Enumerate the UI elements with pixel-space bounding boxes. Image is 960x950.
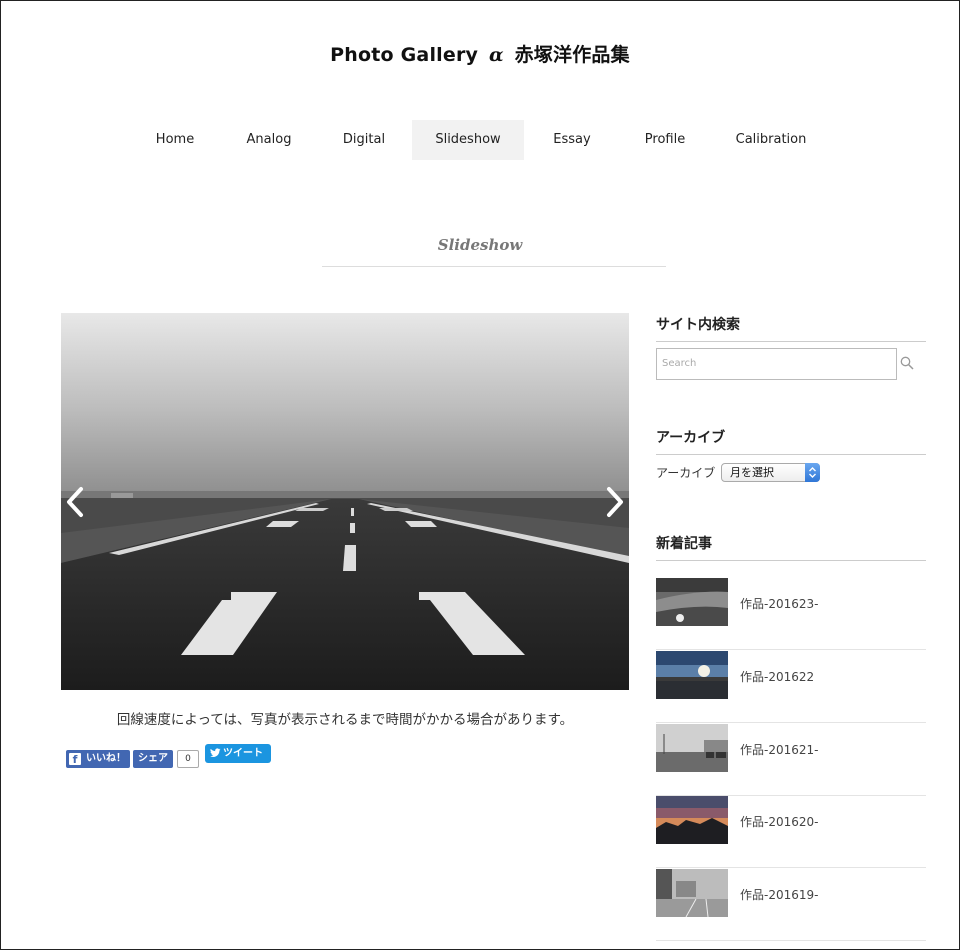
- post-title: 作品-201621-: [740, 743, 819, 757]
- facebook-icon: f: [69, 753, 81, 766]
- heading-divider: [322, 266, 666, 267]
- archive-label: アーカイブ: [656, 466, 716, 480]
- facebook-like-button[interactable]: f いいね！: [66, 750, 130, 768]
- select-arrows-icon: [805, 463, 820, 482]
- post-thumbnail: [656, 578, 728, 626]
- nav-item-slideshow[interactable]: Slideshow: [412, 120, 524, 160]
- post-title: 作品-201619-: [740, 888, 819, 902]
- post-title: 作品-201622: [740, 670, 815, 684]
- slideshow[interactable]: [61, 313, 629, 690]
- nav-item-calibration[interactable]: Calibration: [710, 120, 832, 160]
- post-thumbnail: [656, 796, 728, 844]
- site-title-main: Photo Gallery: [330, 44, 479, 66]
- chevron-left-icon[interactable]: [63, 485, 89, 519]
- tweet-button[interactable]: ツイート: [205, 744, 271, 763]
- main-nav: Home Analog Digital Slideshow Essay Prof…: [0, 120, 960, 160]
- tweet-label: ツイート: [223, 748, 263, 759]
- facebook-share-button[interactable]: シェア: [133, 750, 173, 768]
- recent-post-item[interactable]: 作品-201619-: [656, 869, 926, 941]
- nav-item-home[interactable]: Home: [128, 120, 222, 160]
- share-count: 0: [177, 750, 199, 768]
- site-title[interactable]: Photo Gallery α 赤塚洋作品集: [0, 40, 960, 67]
- search-icon[interactable]: [900, 356, 914, 370]
- archive-widget-title: アーカイブ: [656, 427, 926, 455]
- page-title: Slideshow: [437, 236, 523, 254]
- nav-item-analog[interactable]: Analog: [222, 120, 316, 160]
- recent-post-item[interactable]: 作品-201621-: [656, 724, 926, 796]
- nav-item-profile[interactable]: Profile: [620, 120, 710, 160]
- facebook-like-label: いいね！: [86, 753, 126, 764]
- recent-post-item[interactable]: 作品-201623-: [656, 578, 926, 650]
- archive-select[interactable]: 月を選択: [721, 463, 820, 482]
- nav-item-digital[interactable]: Digital: [316, 120, 412, 160]
- post-thumbnail: [656, 869, 728, 917]
- archive-selected-value: 月を選択: [730, 466, 774, 479]
- site-title-alpha: α: [488, 44, 504, 66]
- nav-item-essay[interactable]: Essay: [524, 120, 620, 160]
- site-title-subtitle: 赤塚洋作品集: [514, 44, 630, 66]
- post-title: 作品-201620-: [740, 815, 819, 829]
- post-title: 作品-201623-: [740, 597, 819, 611]
- recent-posts-title: 新着記事: [656, 533, 926, 561]
- chevron-right-icon[interactable]: [601, 485, 627, 519]
- post-thumbnail: [656, 724, 728, 772]
- search-input[interactable]: Search: [656, 348, 897, 380]
- twitter-bird-icon: [210, 748, 221, 757]
- recent-post-item[interactable]: 作品-201620-: [656, 796, 926, 868]
- runway-photo: [61, 313, 629, 690]
- search-widget-title: サイト内検索: [656, 314, 926, 342]
- recent-post-item[interactable]: 作品-201622: [656, 651, 926, 723]
- post-thumbnail: [656, 651, 728, 699]
- loading-notice: 回線速度によっては、写真が表示されるまで時間がかかる場合があります。: [116, 712, 574, 728]
